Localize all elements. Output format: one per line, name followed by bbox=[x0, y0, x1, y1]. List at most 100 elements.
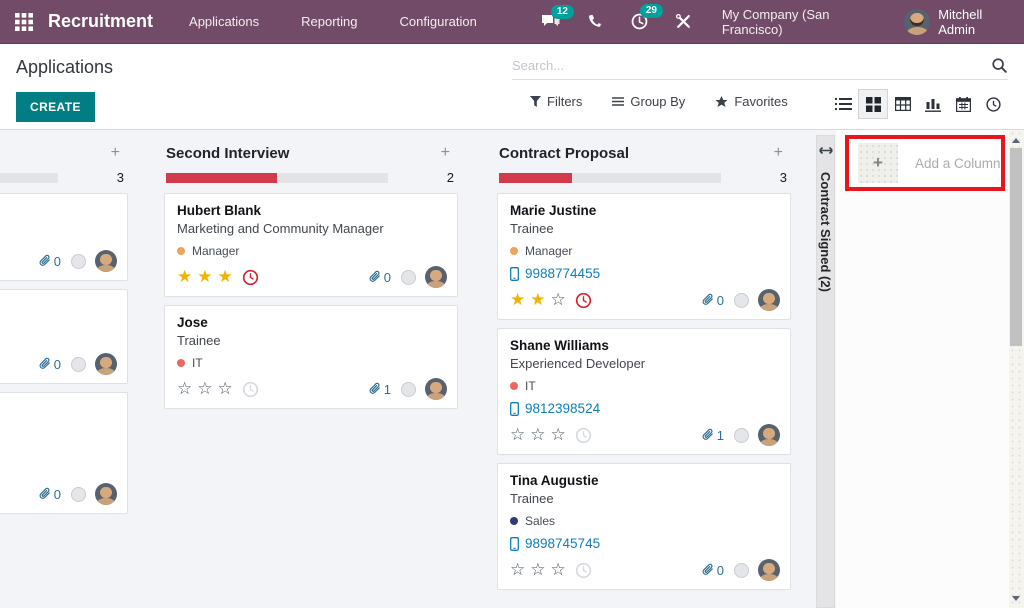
kanban-state-circle[interactable] bbox=[401, 382, 416, 397]
tag-label: IT bbox=[525, 379, 536, 393]
column-progressbar[interactable] bbox=[499, 173, 721, 183]
kanban-state-circle[interactable] bbox=[71, 487, 86, 502]
kanban-state-circle[interactable] bbox=[734, 293, 749, 308]
kanban-state-circle[interactable] bbox=[401, 270, 416, 285]
activity-clock-icon[interactable] bbox=[575, 427, 592, 444]
search-input[interactable] bbox=[512, 58, 991, 73]
favorites-label: Favorites bbox=[734, 94, 787, 109]
filters-button[interactable]: Filters bbox=[530, 94, 582, 109]
kanban-card-marie-justine[interactable]: Marie Justine Trainee Manager 9988774455… bbox=[497, 193, 791, 320]
unfold-arrows-icon[interactable] bbox=[819, 146, 832, 155]
quick-add-icon[interactable]: + bbox=[107, 144, 124, 162]
priority-stars[interactable]: ☆☆☆ bbox=[177, 380, 238, 398]
applicant-name: Marie Justine bbox=[510, 203, 780, 218]
paperclip-icon bbox=[37, 487, 51, 501]
kanban-state-circle[interactable] bbox=[71, 254, 86, 269]
create-button[interactable]: CREATE bbox=[16, 92, 95, 122]
scroll-up-arrow-icon[interactable] bbox=[1012, 138, 1020, 143]
column-progressbar[interactable] bbox=[0, 173, 58, 183]
paperclip-icon bbox=[700, 293, 714, 307]
tag-label: Sales bbox=[525, 514, 555, 528]
job-position: Trainee bbox=[177, 333, 447, 348]
company-switcher[interactable]: My Company (San Francisco) bbox=[722, 7, 876, 37]
tag-label: Manager bbox=[192, 244, 239, 258]
paperclip-icon bbox=[37, 357, 51, 371]
activity-clock-icon[interactable] bbox=[242, 381, 259, 398]
applicant-name: Jose bbox=[177, 315, 447, 330]
priority-stars[interactable]: ☆☆☆ bbox=[510, 426, 571, 444]
attachment-count: 1 bbox=[367, 382, 391, 397]
collapsed-column-label: Contract Signed (2) bbox=[818, 172, 833, 292]
user-avatar bbox=[904, 9, 930, 35]
job-position: Marketing and Community Manager bbox=[177, 221, 447, 236]
attachment-count: 0 bbox=[700, 563, 724, 578]
messages-badge: 12 bbox=[551, 5, 574, 19]
kanban-column-1: + 3 0 0 bbox=[0, 130, 132, 608]
assignee-avatar bbox=[425, 266, 447, 288]
funnel-icon bbox=[530, 96, 541, 107]
menu-applications[interactable]: Applications bbox=[185, 8, 263, 35]
mobile-number[interactable]: 9812398524 bbox=[510, 401, 780, 416]
search-icon[interactable] bbox=[991, 57, 1008, 74]
search-bar[interactable] bbox=[512, 52, 1008, 80]
activities-icon[interactable]: 29 bbox=[630, 12, 649, 31]
app-title[interactable]: Recruitment bbox=[48, 11, 153, 32]
phone-icon[interactable] bbox=[587, 13, 604, 30]
kanban-state-circle[interactable] bbox=[734, 563, 749, 578]
tools-icon[interactable] bbox=[675, 13, 692, 30]
add-column-plus-icon[interactable]: + bbox=[858, 143, 898, 183]
apps-grid-icon[interactable] bbox=[14, 12, 34, 32]
kanban-card-shane-williams[interactable]: Shane Williams Experienced Developer IT … bbox=[497, 328, 791, 455]
group-by-button[interactable]: Group By bbox=[612, 94, 685, 109]
control-panel: Applications CREATE Filters Group By bbox=[0, 44, 1024, 130]
quick-add-icon[interactable]: + bbox=[770, 144, 787, 162]
activity-overdue-clock-icon[interactable] bbox=[242, 269, 259, 286]
menu-configuration[interactable]: Configuration bbox=[396, 8, 481, 35]
paperclip-icon bbox=[367, 382, 381, 396]
menu-reporting[interactable]: Reporting bbox=[297, 8, 361, 35]
graph-view-button[interactable] bbox=[918, 89, 948, 119]
attachment-count: 0 bbox=[367, 270, 391, 285]
pivot-view-button[interactable] bbox=[888, 89, 918, 119]
kanban-card[interactable]: 0 bbox=[0, 289, 128, 384]
applicant-name: Tina Augustie bbox=[510, 473, 780, 488]
attachment-count: 0 bbox=[700, 293, 724, 308]
priority-stars[interactable]: ★★★ bbox=[177, 268, 238, 286]
applicant-name: Hubert Blank bbox=[177, 203, 447, 218]
kanban-card[interactable]: 0 bbox=[0, 193, 128, 281]
collapsed-column-contract-signed[interactable]: Contract Signed (2) bbox=[816, 135, 835, 608]
add-column-label[interactable]: Add a Column bbox=[915, 156, 1001, 171]
activity-view-button[interactable] bbox=[978, 89, 1008, 119]
quick-add-icon[interactable]: + bbox=[437, 144, 454, 162]
kanban-card-jose[interactable]: Jose Trainee IT ☆☆☆ 1 bbox=[164, 305, 458, 409]
messages-icon[interactable]: 12 bbox=[541, 13, 561, 31]
scrollbar-thumb[interactable] bbox=[1010, 148, 1022, 346]
assignee-avatar bbox=[95, 250, 117, 272]
kanban-view-button[interactable] bbox=[858, 89, 888, 119]
tag: IT bbox=[177, 356, 447, 370]
applicant-name: Shane Williams bbox=[510, 338, 780, 353]
kanban-state-circle[interactable] bbox=[71, 357, 86, 372]
kanban-column-second-interview: Second Interview + 2 Hubert Blank Market… bbox=[160, 130, 462, 608]
activity-overdue-clock-icon[interactable] bbox=[575, 292, 592, 309]
tag-dot bbox=[177, 247, 185, 255]
scroll-down-arrow-icon[interactable] bbox=[1012, 596, 1020, 601]
user-menu[interactable]: Mitchell Admin bbox=[904, 7, 1010, 37]
attachment-count: 1 bbox=[700, 428, 724, 443]
mobile-number[interactable]: 9988774455 bbox=[510, 266, 780, 281]
kanban-card[interactable]: 0 bbox=[0, 392, 128, 514]
vertical-scrollbar[interactable] bbox=[1009, 130, 1024, 608]
kanban-state-circle[interactable] bbox=[734, 428, 749, 443]
column-progressbar[interactable] bbox=[166, 173, 388, 183]
mobile-number[interactable]: 9898745745 bbox=[510, 536, 780, 551]
priority-stars[interactable]: ☆☆☆ bbox=[510, 561, 571, 579]
activity-clock-icon[interactable] bbox=[575, 562, 592, 579]
tag-label: Manager bbox=[525, 244, 572, 258]
job-position: Trainee bbox=[510, 491, 780, 506]
kanban-card-hubert-blank[interactable]: Hubert Blank Marketing and Community Man… bbox=[164, 193, 458, 297]
calendar-view-button[interactable] bbox=[948, 89, 978, 119]
priority-stars[interactable]: ★★☆ bbox=[510, 291, 571, 309]
favorites-button[interactable]: Favorites bbox=[715, 94, 787, 109]
list-view-button[interactable] bbox=[828, 89, 858, 119]
kanban-card-tina-augustie[interactable]: Tina Augustie Trainee Sales 9898745745 ☆… bbox=[497, 463, 791, 590]
